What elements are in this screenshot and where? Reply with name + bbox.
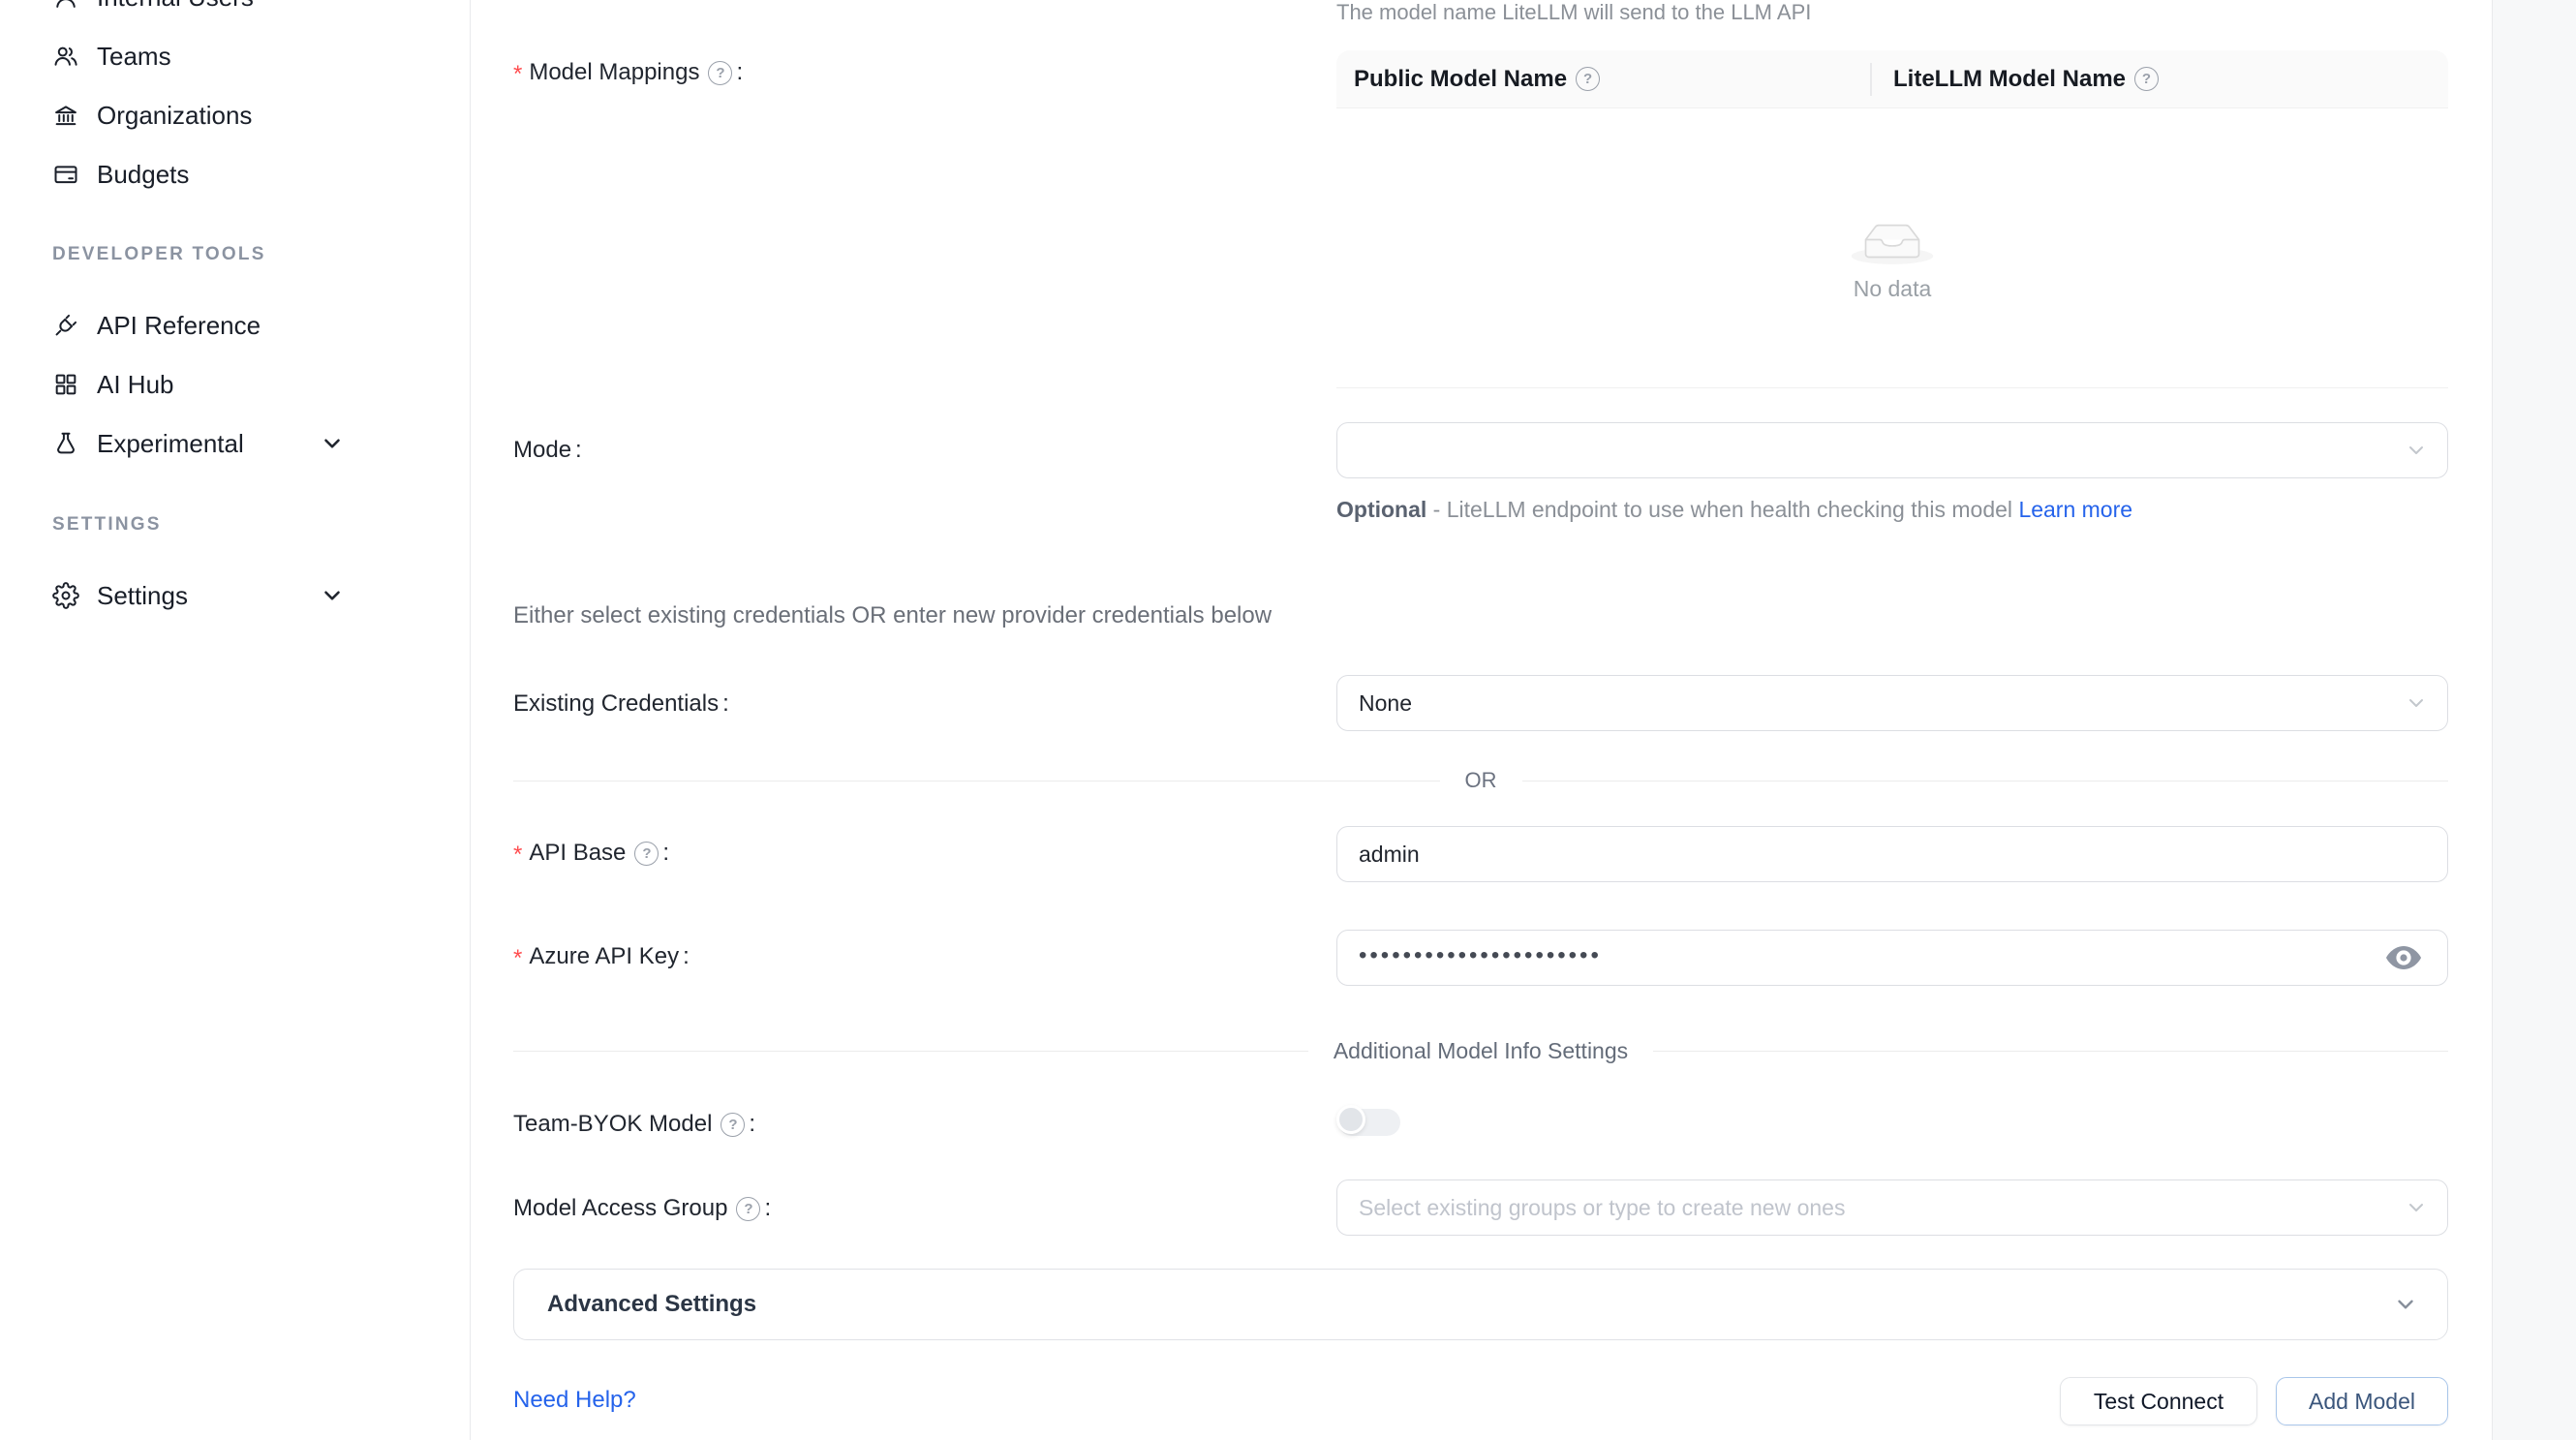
sidebar-item-label: API Reference <box>97 311 261 341</box>
sidebar-item-experimental[interactable]: Experimental <box>0 414 471 473</box>
column-header-litellm-model-name: LiteLLM Model Name ? <box>1870 66 2159 93</box>
mode-label: Mode : <box>513 436 582 465</box>
column-divider <box>1870 63 1872 96</box>
team-byok-label: Team-BYOK Model ? : <box>513 1110 755 1139</box>
gear-icon <box>52 582 79 609</box>
column-header-public-model-name: Public Model Name ? <box>1336 66 1870 93</box>
sidebar-item-label: Experimental <box>97 429 244 459</box>
sidebar-item-label: Budgets <box>97 160 189 190</box>
add-model-button[interactable]: Add Model <box>2276 1377 2448 1425</box>
help-question-icon[interactable]: ? <box>1576 67 1600 91</box>
sidebar-item-teams[interactable]: Teams <box>0 27 471 85</box>
required-mark: * <box>513 842 522 869</box>
empty-box-icon <box>1840 195 1945 266</box>
model-access-group-select[interactable]: Select existing groups or type to create… <box>1336 1180 2448 1236</box>
existing-credentials-value: None <box>1359 690 1412 717</box>
table-empty-state: No data <box>1336 108 2448 388</box>
chevron-down-icon <box>2405 1196 2428 1219</box>
sidebar-item-api-reference[interactable]: API Reference <box>0 296 471 354</box>
azure-api-key-label: * Azure API Key : <box>513 942 690 971</box>
chevron-down-icon <box>2405 691 2428 715</box>
chevron-down-icon <box>2405 439 2428 462</box>
additional-settings-divider: Additional Model Info Settings <box>513 1038 2448 1063</box>
plug-icon <box>52 312 79 339</box>
sidebar-item-budgets[interactable]: Budgets <box>0 145 471 203</box>
sidebar-item-internal-users[interactable]: Internal Users <box>0 0 471 26</box>
sidebar-item-ai-hub[interactable]: AI Hub <box>0 355 471 414</box>
credentials-note: Either select existing credentials OR en… <box>513 602 1272 629</box>
table-header-row: Public Model Name ? LiteLLM Model Name ? <box>1336 50 2448 108</box>
advanced-settings-panel[interactable]: Advanced Settings <box>513 1269 2448 1340</box>
advanced-settings-label: Advanced Settings <box>547 1291 756 1318</box>
model-mappings-label: * Model Mappings ? : <box>513 58 743 87</box>
grid-icon <box>52 371 79 398</box>
test-connect-button[interactable]: Test Connect <box>2060 1377 2257 1425</box>
add-model-form: The model name LiteLLM will send to the … <box>471 0 2492 1440</box>
bank-icon <box>52 102 79 129</box>
team-byok-toggle[interactable] <box>1338 1109 1400 1136</box>
sidebar-item-label: Internal Users <box>97 0 254 13</box>
toggle-knob <box>1336 1105 1365 1134</box>
chevron-down-icon <box>2393 1292 2418 1317</box>
required-mark: * <box>513 61 522 88</box>
chevron-down-icon <box>320 431 345 456</box>
help-question-icon[interactable]: ? <box>736 1197 760 1221</box>
need-help-link[interactable]: Need Help? <box>513 1387 636 1414</box>
sidebar-item-label: AI Hub <box>97 370 174 400</box>
sidebar-item-settings[interactable]: Settings <box>0 567 471 625</box>
masked-api-key-value: •••••••••••••••••••••• <box>1359 942 1602 969</box>
learn-more-link[interactable]: Learn more <box>2018 497 2132 522</box>
credit-card-icon <box>52 161 79 188</box>
sidebar-section-developer-tools: DEVELOPER TOOLS <box>52 240 266 269</box>
flask-icon <box>52 430 79 457</box>
sidebar-item-label: Organizations <box>97 101 252 131</box>
required-mark: * <box>513 945 522 972</box>
eye-icon[interactable] <box>2383 941 2424 974</box>
help-question-icon[interactable]: ? <box>2134 67 2159 91</box>
user-icon <box>52 0 79 11</box>
azure-api-key-input[interactable]: •••••••••••••••••••••• <box>1336 930 2448 986</box>
mode-select[interactable] <box>1336 422 2448 478</box>
chevron-down-icon <box>320 583 345 608</box>
page-background-strip <box>2492 0 2576 1440</box>
model-name-helper-text: The model name LiteLLM will send to the … <box>1336 0 1811 25</box>
model-access-group-label: Model Access Group ? : <box>513 1194 771 1223</box>
help-question-icon[interactable]: ? <box>721 1113 745 1137</box>
api-base-value: admin <box>1359 842 1420 868</box>
api-base-input[interactable]: admin <box>1336 826 2448 882</box>
sidebar-section-settings: SETTINGS <box>52 510 162 539</box>
sidebar-item-label: Teams <box>97 42 171 72</box>
litellm-admin-app: Internal Users Teams Organizations Budge… <box>0 0 2576 1440</box>
or-divider: OR <box>513 768 2448 793</box>
api-base-label: * API Base ? : <box>513 839 669 868</box>
existing-credentials-label: Existing Credentials : <box>513 689 729 719</box>
sidebar-item-organizations[interactable]: Organizations <box>0 86 471 144</box>
sidebar: Internal Users Teams Organizations Budge… <box>0 0 471 1440</box>
model-access-group-placeholder: Select existing groups or type to create… <box>1359 1195 1845 1221</box>
help-question-icon[interactable]: ? <box>634 842 659 866</box>
existing-credentials-select[interactable]: None <box>1336 675 2448 731</box>
help-question-icon[interactable]: ? <box>708 61 732 85</box>
teams-icon <box>52 43 79 70</box>
model-mappings-table: Public Model Name ? LiteLLM Model Name ?… <box>1336 50 2448 388</box>
mode-helper-text: Optional - LiteLLM endpoint to use when … <box>1336 490 2179 529</box>
sidebar-item-label: Settings <box>97 581 188 611</box>
no-data-text: No data <box>1854 276 1932 302</box>
